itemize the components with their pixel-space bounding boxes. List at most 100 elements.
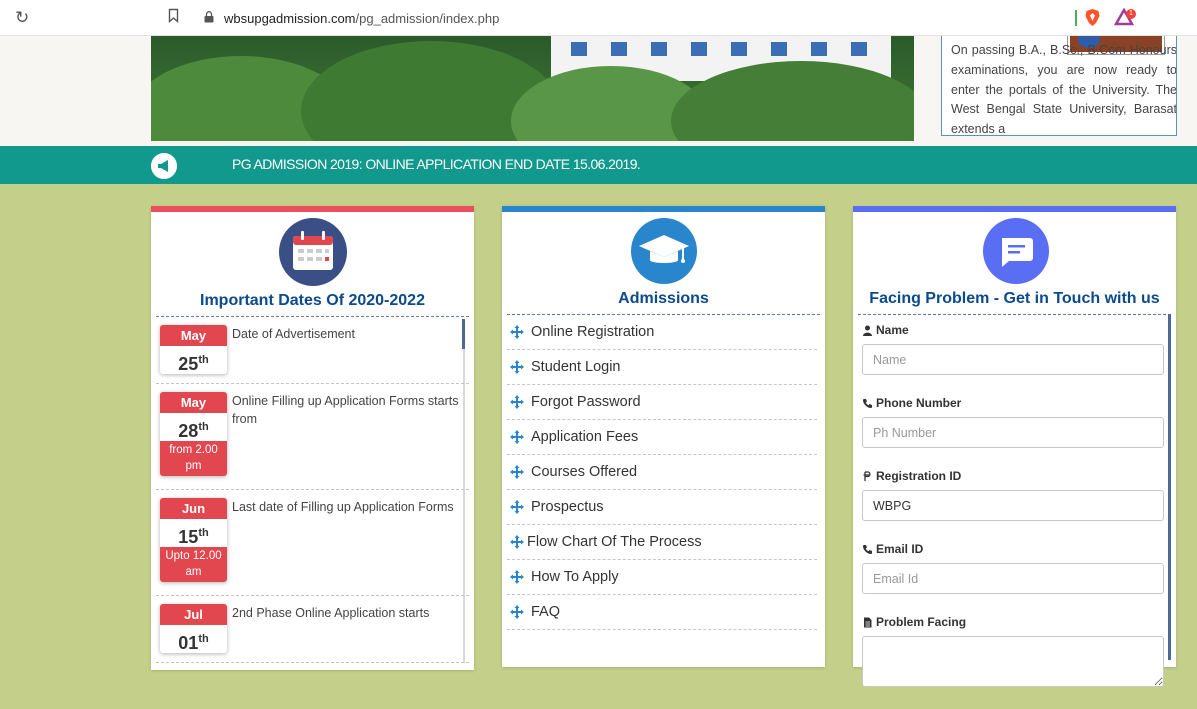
welcome-text: On passing B.A., B.Sc., B.Com Honours ex… bbox=[951, 43, 1177, 136]
admission-link-application-fees[interactable]: Application Fees bbox=[507, 420, 817, 455]
problem-label: Problem Facing bbox=[862, 614, 1166, 630]
reload-icon[interactable]: ↻ bbox=[15, 8, 29, 28]
date-item: May 25th Date of Advertisement bbox=[156, 317, 469, 384]
admission-link-label: Courses Offered bbox=[531, 464, 638, 480]
admission-link-forgot-password[interactable]: Forgot Password bbox=[507, 385, 817, 420]
move-arrows-icon bbox=[510, 395, 524, 409]
campus-banner-image bbox=[151, 36, 914, 141]
building-window bbox=[851, 42, 867, 56]
url-domain: wbsupgadmission.com bbox=[224, 11, 356, 26]
date-month: May bbox=[160, 392, 227, 413]
admission-link-how-to-apply[interactable]: How To Apply bbox=[507, 560, 817, 595]
brave-rewards-icon[interactable]: 1 bbox=[1113, 7, 1138, 28]
name-input[interactable] bbox=[862, 344, 1164, 375]
move-arrows-icon bbox=[510, 465, 524, 479]
email-input[interactable] bbox=[862, 563, 1164, 594]
date-day-number: 25 bbox=[178, 354, 199, 374]
date-badge: May 25th bbox=[160, 325, 227, 374]
scrollbar[interactable] bbox=[1168, 314, 1171, 660]
address-bar[interactable]: wbsupgadmission.com/pg_admission/index.p… bbox=[224, 11, 499, 26]
date-badge: May 28th from 2.00 pm bbox=[160, 392, 227, 476]
user-icon bbox=[863, 325, 872, 336]
news-ticker: PG ADMISSION 2019: ONLINE APPLICATION EN… bbox=[0, 146, 1197, 184]
rupee-icon bbox=[863, 470, 871, 481]
building-window bbox=[771, 42, 787, 56]
admission-link-online-registration[interactable]: Online Registration bbox=[507, 315, 817, 350]
browser-toolbar: ↻ wbsupgadmission.com/pg_admission/index… bbox=[0, 0, 1197, 36]
phone-icon bbox=[863, 544, 872, 554]
message-icon bbox=[983, 218, 1049, 284]
file-icon bbox=[864, 617, 872, 627]
problem-textarea[interactable] bbox=[862, 636, 1164, 687]
admission-link-flow-chart[interactable]: Flow Chart Of The Process bbox=[507, 525, 817, 560]
date-description: Online Filling up Application Forms star… bbox=[232, 394, 459, 426]
phone-input[interactable] bbox=[862, 417, 1164, 448]
building-window bbox=[611, 42, 627, 56]
rewards-badge: 1 bbox=[1126, 9, 1136, 19]
contact-title: Facing Problem - Get in Touch with us bbox=[869, 290, 1160, 307]
email-label: Email ID bbox=[862, 541, 1166, 557]
admission-link-faq[interactable]: FAQ bbox=[507, 595, 817, 630]
dates-list[interactable]: May 25th Date of Advertisement May 28th … bbox=[156, 317, 469, 667]
date-month: May bbox=[160, 325, 227, 346]
date-description: 2nd Phase Online Application starts bbox=[232, 606, 430, 620]
registration-label-text: Registration ID bbox=[876, 469, 962, 483]
date-day: 15th bbox=[160, 519, 227, 547]
bookmark-icon[interactable] bbox=[168, 8, 179, 23]
date-time: from 2.00 pm bbox=[160, 441, 227, 476]
admission-link-label: Prospectus bbox=[531, 499, 604, 515]
admission-link-label: How To Apply bbox=[531, 569, 619, 585]
date-day-suffix: th bbox=[198, 354, 209, 366]
title-divider bbox=[858, 314, 1171, 315]
card-accent-bar bbox=[853, 206, 1176, 212]
name-label: Name bbox=[862, 322, 1166, 338]
url-path: /pg_admission/index.php bbox=[355, 11, 500, 26]
admission-link-courses-offered[interactable]: Courses Offered bbox=[507, 455, 817, 490]
calendar-icon bbox=[279, 218, 347, 286]
date-description: Date of Advertisement bbox=[232, 327, 355, 341]
move-arrows-icon bbox=[510, 570, 524, 584]
registration-label: Registration ID bbox=[862, 468, 1166, 484]
admission-link-label: Student Login bbox=[531, 359, 621, 375]
admissions-title: Admissions bbox=[618, 290, 709, 307]
admission-link-student-login[interactable]: Student Login bbox=[507, 350, 817, 385]
admission-link-label: Application Fees bbox=[531, 429, 639, 445]
ticker-text[interactable]: PG ADMISSION 2019: ONLINE APPLICATION EN… bbox=[232, 156, 641, 172]
registration-id-input[interactable] bbox=[862, 490, 1164, 521]
name-label-text: Name bbox=[876, 323, 909, 337]
problem-label-text: Problem Facing bbox=[876, 615, 967, 629]
move-arrows-icon bbox=[510, 360, 524, 374]
date-day-suffix: th bbox=[198, 421, 209, 433]
lock-icon[interactable] bbox=[204, 11, 214, 23]
building-window bbox=[691, 42, 707, 56]
date-badge: Jul 01th bbox=[160, 604, 227, 653]
date-day: 25th bbox=[160, 346, 227, 374]
admission-link-label: Online Registration bbox=[531, 324, 655, 340]
admissions-menu: Online Registration Student Login Forgot… bbox=[507, 315, 817, 630]
card-accent-bar bbox=[151, 206, 474, 212]
date-day-number: 28 bbox=[178, 421, 199, 441]
contact-card: Facing Problem - Get in Touch with us Na… bbox=[853, 206, 1176, 687]
phone-label-text: Phone Number bbox=[876, 396, 962, 410]
date-day-number: 15 bbox=[178, 527, 199, 547]
building-window bbox=[571, 42, 587, 56]
admission-link-prospectus[interactable]: Prospectus bbox=[507, 490, 817, 525]
brave-shield-icon[interactable] bbox=[1084, 8, 1101, 27]
phone-label: Phone Number bbox=[862, 395, 1166, 411]
important-dates-title: Important Dates Of 2020-2022 bbox=[200, 292, 425, 309]
date-item: Jul 01th 2nd Phase Online Application st… bbox=[156, 596, 469, 663]
toolbar-divider bbox=[1075, 10, 1077, 26]
date-description: Last date of Filling up Application Form… bbox=[232, 500, 454, 514]
email-label-text: Email ID bbox=[876, 542, 924, 556]
date-day: 01th bbox=[160, 625, 227, 653]
admission-link-label: Forgot Password bbox=[531, 394, 641, 410]
move-arrows-icon bbox=[510, 535, 524, 549]
building-window bbox=[651, 42, 667, 56]
contact-form: Name Phone Number Registration ID Email … bbox=[862, 322, 1166, 687]
move-arrows-icon bbox=[510, 430, 524, 444]
welcome-panel: On passing B.A., B.Sc., B.Com Honours ex… bbox=[941, 36, 1177, 136]
graduation-cap-icon bbox=[631, 218, 697, 284]
move-arrows-icon bbox=[510, 605, 524, 619]
megaphone-icon bbox=[151, 153, 177, 179]
admission-link-label: FAQ bbox=[531, 604, 561, 620]
